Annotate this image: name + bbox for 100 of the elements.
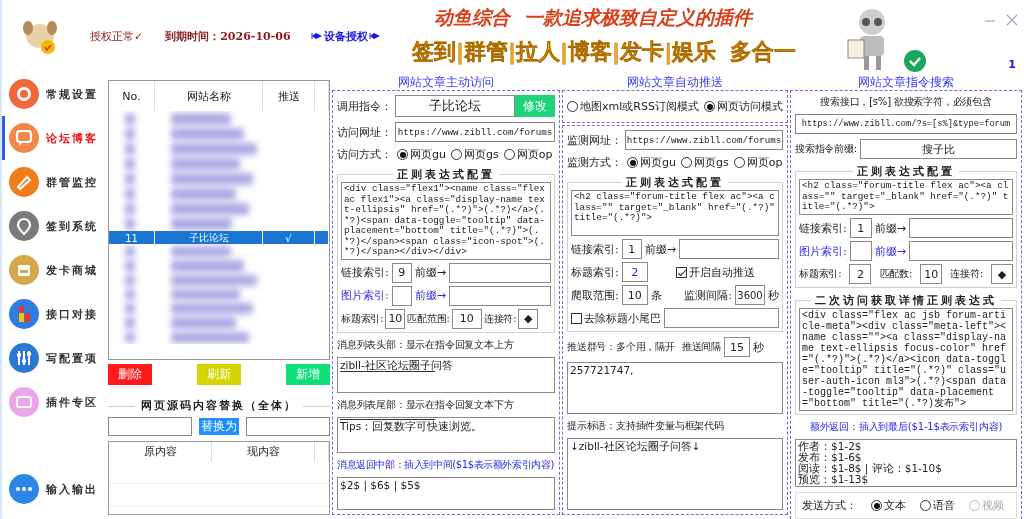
text-area[interactable]: 作者：$1-2$ 发布：$1-6$ 阅读：$1-8$ | 评论：$1-10$ 预览：$1-13$	[795, 439, 1017, 487]
banner-suffix: 多合一	[730, 38, 797, 66]
field-label: 连接符:	[950, 267, 983, 281]
banner-title: 动鱼综合	[434, 5, 510, 30]
input-field[interactable]: https://www.zibll.com/forums	[395, 122, 555, 142]
text-area[interactable]: <h2 class="forum-title flex ac"><a class="" target="_blank" href="(.*?)" title="(.*?)">	[571, 190, 779, 236]
field-label: 标题索引:	[799, 267, 842, 281]
text-area[interactable]: zibll-社区论坛圈子问答	[337, 356, 555, 393]
radio-button[interactable]: 网页gs	[680, 155, 729, 170]
input-field[interactable]: 3600	[735, 285, 765, 305]
input-field[interactable]: 10	[621, 285, 648, 305]
field-label: 标题索引:	[341, 311, 384, 326]
input-field[interactable]	[108, 417, 192, 436]
banner-slogan: 一款追求极致自定义的插件	[524, 5, 752, 30]
field-label: 搜索指令前缀:	[795, 142, 857, 156]
sidebar-item[interactable]: 常规设置	[2, 72, 106, 116]
table-cell: 11	[109, 231, 155, 245]
device-auth-link[interactable]: 设备授权	[323, 28, 368, 44]
input-field[interactable]: 10	[385, 308, 406, 329]
input-field[interactable]: 子比论坛	[395, 95, 515, 117]
text-area[interactable]: ↓zibll-社区论坛圈子问答↓	[567, 438, 783, 510]
input-field[interactable]: 15	[724, 337, 750, 357]
sidebar-item[interactable]: 插件专区	[2, 380, 106, 424]
sidebar-item[interactable]: 签到系统	[2, 204, 106, 248]
input-field[interactable]	[448, 285, 551, 306]
radio-button[interactable]: 语音	[920, 498, 955, 513]
input-field[interactable]: ◆	[518, 308, 539, 329]
input-field[interactable]	[448, 262, 551, 283]
checkbox[interactable]: 去除标题小尾巴	[571, 310, 661, 326]
column-header: No.	[109, 81, 155, 111]
sidebar-item[interactable]: 群管监控	[2, 160, 106, 204]
field-label: 秒	[768, 287, 779, 303]
text-area[interactable]: Tips：回复数字可快速浏览。	[337, 416, 555, 453]
radio-button[interactable]: 网页op	[733, 155, 783, 170]
field-label: 调用指令：	[337, 98, 392, 114]
field-label: 前缀→	[874, 220, 906, 236]
input-field[interactable]: https://www.zibll.com/forums	[625, 130, 783, 150]
input-field[interactable]	[391, 285, 412, 306]
section-title: 正则表达式配置	[396, 167, 496, 182]
sidebar-item[interactable]: 输入输出	[2, 467, 106, 511]
radio-button[interactable]: 网页op	[503, 147, 553, 162]
checkbox[interactable]: 开启自动推送	[675, 264, 755, 280]
field-label: 条	[650, 287, 662, 303]
status-text: 授权正常✓	[90, 28, 144, 44]
text-area[interactable]: <h2 class="forum-title flex ac"><a class="" target="_blank" href="(.*?)" title="(.*?)">	[799, 179, 1013, 215]
input-field[interactable]	[849, 241, 872, 261]
input-field[interactable]	[678, 239, 779, 259]
radio-button[interactable]: 网页gu	[397, 147, 446, 162]
field-label: 消息列表尾部：显示在指令回复文本下方	[337, 397, 515, 412]
radio-button[interactable]: 文本	[871, 498, 906, 513]
text-area[interactable]: 257721747,	[567, 362, 783, 414]
input-field[interactable]	[908, 218, 1013, 238]
radio-button[interactable]: 地图xml或RSS订阅模式	[567, 99, 699, 114]
text-area[interactable]: $2$ | $6$ | $5$	[337, 476, 555, 510]
fish-icon	[368, 31, 381, 41]
field-label: 监测方式：	[567, 155, 622, 170]
fish-icon	[310, 31, 323, 41]
sidebar-item[interactable]: 论坛博客	[2, 116, 106, 160]
input-field[interactable]: 1	[849, 218, 872, 238]
text-area[interactable]: <div class="flex ac jsb forum-article-meta"><div class="meta-left"><name class=""><a class="display-name text-ellipsis focus-color" href="(.*?)">(.*?)</a><icon data-toggle="tooltip" title="(.*?)" class="user-auth-icon ml3">(.*?)<span data-toggle="tooltip" data-placement="bottom" title="(.*?)发布">	[799, 308, 1013, 411]
field-label: 发送方式：	[802, 498, 857, 513]
section-title: 二次访问获取详情正则表达式	[814, 293, 998, 308]
input-field[interactable]: 10	[451, 308, 482, 329]
field-label: 消息返回中部：插入到中间($1$表示额外索引内容)	[337, 457, 555, 472]
field-label: 前缀→	[644, 241, 676, 257]
input-field[interactable]: 搜子比	[860, 139, 1017, 159]
radio-button[interactable]: 网页访问模式	[704, 99, 783, 114]
input-field[interactable]: 2	[621, 262, 648, 282]
action-button[interactable]: 删除	[108, 364, 152, 385]
input-field[interactable]	[246, 417, 330, 436]
table-cell: √	[263, 231, 315, 245]
input-field[interactable]	[908, 241, 1013, 261]
input-field[interactable]: 2	[849, 264, 872, 284]
input-field[interactable]: 10	[920, 264, 943, 284]
sidebar-item[interactable]: 接口对接	[2, 292, 106, 336]
section-title: 正则表达式配置	[625, 175, 725, 190]
table-row[interactable]: 11 子比论坛 √	[109, 231, 329, 244]
field-label: 前缀→	[414, 288, 446, 303]
radio-button[interactable]: 网页gu	[627, 155, 676, 170]
input-field[interactable]: 1	[621, 239, 642, 259]
text-area[interactable]: <div class="flex1"><name class="flex ac flex1"><a class="display-name text-ellipsis" href="(.*?)">(.*?)</a>(.*?)<span data-toggle="tooltip" data-placement="bottom" title="(.*?)">(.*?)</span><span class="icon-spot">(.*?)</span></div></div>	[341, 182, 551, 260]
input-field[interactable]: https://www.zibll.com/?s=[s%]&type=forum	[795, 114, 1017, 134]
column-header: 网站名称	[155, 81, 263, 111]
field-label: 访问方式：	[337, 147, 392, 162]
input-field[interactable]: 9	[391, 262, 412, 283]
field-label: 推送间隔	[681, 340, 721, 354]
input-field[interactable]	[664, 308, 779, 328]
banner-features: 签到|群管|拉人|博客|发卡|娱乐	[412, 38, 717, 67]
radio-button[interactable]: 网页gs	[450, 147, 499, 162]
field-label: 链接索引:	[571, 241, 619, 257]
field-label: 爬取范围:	[571, 287, 619, 303]
sidebar-item[interactable]: 写配置项	[2, 336, 106, 380]
close-button[interactable]	[1006, 14, 1018, 26]
sidebar-item[interactable]: 发卡商城	[2, 248, 106, 292]
field-label: 匹配数:	[879, 267, 913, 281]
field-label: 前缀→	[874, 243, 906, 259]
column-header: 推送	[263, 81, 315, 111]
field-label: 监测间隔:	[684, 287, 732, 303]
input-field[interactable]: ◆	[991, 264, 1013, 284]
field-label: 搜索接口，[s%] 欲搜索字符，必须包含	[819, 95, 993, 109]
